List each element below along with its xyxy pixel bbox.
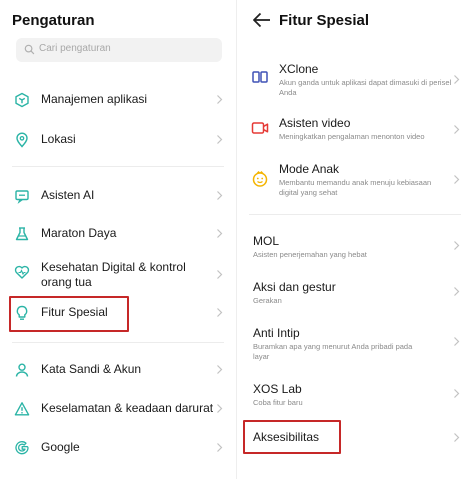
feature-subtitle: Coba fitur baru: [253, 398, 303, 407]
video-assistant-icon: [251, 122, 269, 134]
feature-subtitle: Meningkatkan pengalaman menonton video: [279, 132, 425, 141]
chevron-right-icon: [454, 389, 460, 398]
chevron-right-icon: [217, 191, 223, 200]
feature-subtitle: Gerakan: [253, 296, 282, 305]
chevron-right-icon: [217, 308, 223, 317]
feature-item-kids-mode[interactable]: Mode Anak Membantu memandu anak menuju k…: [237, 160, 474, 200]
chevron-right-icon: [454, 125, 460, 134]
feature-item-anti-peep[interactable]: Anti Intip Buramkan apa yang menurut And…: [237, 324, 474, 362]
chevron-right-icon: [217, 443, 223, 452]
user-icon: [15, 363, 29, 377]
chevron-right-icon: [454, 433, 460, 442]
settings-item-ai-assistant[interactable]: Asisten AI: [0, 184, 237, 208]
settings-item-digital-wellbeing[interactable]: Kesehatan Digital & kontrol orang tua: [0, 258, 237, 290]
page-title: Pengaturan: [12, 12, 95, 29]
search-placeholder: Cari pengaturan: [39, 43, 111, 54]
feature-title: MOL: [253, 234, 280, 248]
settings-item-label: Kesehatan Digital & kontrol orang tua: [41, 260, 186, 289]
page-title: Fitur Spesial: [279, 12, 370, 29]
settings-item-label: Keselamatan & keadaan darurat: [41, 401, 214, 415]
chevron-right-icon: [217, 229, 223, 238]
digital-wellbeing-icon: [14, 265, 30, 279]
settings-item-passwords-accounts[interactable]: Kata Sandi & Akun: [0, 358, 237, 382]
feature-subtitle: Buramkan apa yang menurut Anda pribadi p…: [253, 342, 413, 361]
search-input[interactable]: Cari pengaturan: [16, 38, 222, 62]
feature-title: Anti Intip: [253, 326, 300, 340]
settings-item-label: Kata Sandi & Akun: [41, 362, 142, 376]
feature-title: Asisten video: [279, 116, 351, 130]
settings-item-label: Google: [41, 440, 80, 454]
feature-subtitle: Akun ganda untuk aplikasi dapat dimasuki…: [279, 78, 452, 97]
settings-panel: Pengaturan Cari pengaturan Manajemen apl…: [0, 0, 237, 479]
chevron-right-icon: [454, 75, 460, 84]
feature-title: XOS Lab: [253, 382, 302, 396]
highlight-box: [243, 420, 341, 454]
section-divider: [12, 342, 224, 343]
feature-item-actions-gestures[interactable]: Aksi dan gestur Gerakan: [237, 278, 474, 308]
feature-title: XClone: [279, 62, 319, 76]
settings-item-location[interactable]: Lokasi: [0, 128, 237, 152]
chevron-right-icon: [454, 287, 460, 296]
section-divider: [249, 214, 461, 215]
settings-item-label: Lokasi: [41, 132, 76, 146]
feature-title: Aksi dan gestur: [253, 280, 336, 294]
feature-subtitle: Membantu memandu anak menuju kebiasaan d…: [279, 178, 432, 197]
settings-item-google[interactable]: Google: [0, 436, 237, 460]
location-icon: [16, 132, 28, 148]
settings-item-label: Maraton Daya: [41, 226, 117, 240]
settings-item-app-management[interactable]: Manajemen aplikasi: [0, 88, 237, 112]
special-features-panel: Fitur Spesial XClone Akun ganda untuk ap…: [237, 0, 474, 479]
feature-item-xos-lab[interactable]: XOS Lab Coba fitur baru: [237, 380, 474, 410]
feature-item-mol[interactable]: MOL Asisten penerjemahan yang hebat: [237, 232, 474, 262]
ai-assistant-icon: [15, 190, 29, 204]
feature-subtitle: Asisten penerjemahan yang hebat: [253, 250, 367, 259]
chevron-right-icon: [217, 270, 223, 279]
feature-title: Mode Anak: [279, 162, 340, 176]
app-management-icon: [15, 92, 29, 108]
google-icon: [15, 441, 29, 455]
xclone-icon: [252, 71, 268, 83]
warning-icon: [14, 402, 30, 416]
feature-item-xclone[interactable]: XClone Akun ganda untuk aplikasi dapat d…: [237, 60, 474, 100]
feature-item-video-assistant[interactable]: Asisten video Meningkatkan pengalaman me…: [237, 114, 474, 144]
chevron-right-icon: [217, 95, 223, 104]
flask-icon: [15, 227, 29, 241]
kids-mode-icon: [252, 171, 268, 187]
settings-item-label: Manajemen aplikasi: [41, 92, 148, 106]
settings-item-safety-emergency[interactable]: Keselamatan & keadaan darurat: [0, 397, 237, 421]
section-divider: [12, 166, 224, 167]
chevron-right-icon: [454, 241, 460, 250]
chevron-right-icon: [217, 135, 223, 144]
chevron-right-icon: [217, 365, 223, 374]
settings-item-power-marathon[interactable]: Maraton Daya: [0, 222, 237, 246]
search-icon: [24, 44, 35, 55]
back-arrow-icon[interactable]: [251, 10, 273, 30]
chevron-right-icon: [217, 404, 223, 413]
chevron-right-icon: [454, 175, 460, 184]
settings-item-label: Asisten AI: [41, 188, 95, 202]
chevron-right-icon: [454, 337, 460, 346]
highlight-box: [9, 296, 129, 332]
